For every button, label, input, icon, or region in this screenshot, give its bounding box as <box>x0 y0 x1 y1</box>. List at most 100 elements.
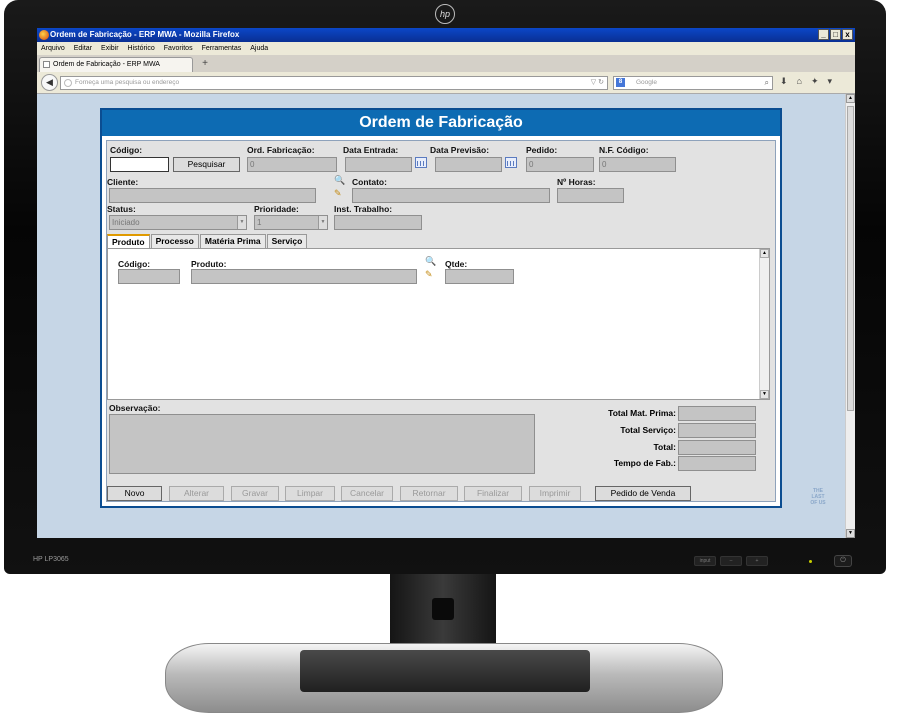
navigation-bar: ◀ Forneça uma pesquisa ou endereço ▽ ↻ 8… <box>37 72 855 94</box>
imprimir-button[interactable]: Imprimir <box>529 486 581 501</box>
tempo-fab-label: Tempo de Fab.: <box>613 458 676 468</box>
scroll-up-icon[interactable]: ▲ <box>846 94 855 103</box>
edit-cliente-icon[interactable]: ✎ <box>334 188 342 199</box>
tab-materia-prima[interactable]: Matéria Prima <box>199 234 266 248</box>
codigo-label: Código: <box>110 145 143 155</box>
menu-favoritos[interactable]: Favoritos <box>164 42 193 55</box>
novo-button[interactable]: Novo <box>107 486 162 501</box>
reload-icon[interactable]: ▽ ↻ <box>591 77 604 89</box>
data-entrada-label: Data Entrada: <box>343 145 399 155</box>
tempo-fab-input <box>678 456 756 471</box>
power-led <box>809 560 812 563</box>
monitor-minus-button[interactable]: – <box>720 556 742 566</box>
nf-codigo-input: 0 <box>599 157 676 172</box>
calendar-previsao-icon[interactable] <box>505 157 517 168</box>
watermark-logo: THE LAST OF US <box>810 488 826 506</box>
menu-exibir[interactable]: Exibir <box>101 42 119 55</box>
edit-produto-icon[interactable]: ✎ <box>425 269 433 280</box>
screen: Ordem de Fabricação - ERP MWA - Mozilla … <box>37 28 855 538</box>
n-horas-input <box>557 188 624 203</box>
menu-ajuda[interactable]: Ajuda <box>250 42 268 55</box>
tab-processo[interactable]: Processo <box>150 234 199 248</box>
search-cliente-icon[interactable]: 🔍 <box>334 175 345 186</box>
pedido-de-venda-button[interactable]: Pedido de Venda <box>595 486 691 501</box>
tab-servico[interactable]: Serviço <box>266 234 308 248</box>
data-entrada-input <box>345 157 412 172</box>
menu-historico[interactable]: Histórico <box>128 42 155 55</box>
search-produto-icon[interactable]: 🔍 <box>425 256 436 267</box>
power-icon[interactable]: ⏻ <box>834 555 852 567</box>
finalizar-button[interactable]: Finalizar <box>464 486 522 501</box>
inst-trabalho-input <box>334 215 422 230</box>
globe-icon <box>64 79 72 87</box>
window-title: Ordem de Fabricação - ERP MWA - Mozilla … <box>50 30 240 39</box>
download-icon[interactable]: ⬇ <box>780 76 788 87</box>
new-tab-button[interactable]: + <box>198 58 212 71</box>
monitor-plus-button[interactable]: + <box>746 556 768 566</box>
limpar-button[interactable]: Limpar <box>285 486 335 501</box>
search-input[interactable]: 8 Google ⌕ <box>613 76 773 90</box>
menu-chevron-icon[interactable]: ▾ <box>828 76 833 87</box>
qtde-input <box>445 269 514 284</box>
pedido-input: 0 <box>526 157 594 172</box>
addon-icon[interactable]: ✦ <box>811 76 819 87</box>
n-horas-label: Nº Horas: <box>557 177 596 187</box>
menu-ferramentas[interactable]: Ferramentas <box>202 42 242 55</box>
monitor-base-plate <box>300 650 590 692</box>
total-label: Total: <box>653 442 676 452</box>
data-previsao-label: Data Previsão: <box>430 145 490 155</box>
status-label: Status: <box>107 204 136 214</box>
cliente-label: Cliente: <box>107 177 139 187</box>
search-engine-icon[interactable]: 8 <box>616 78 625 87</box>
calendar-entrada-icon[interactable] <box>415 157 427 168</box>
back-arrow-icon[interactable]: ◀ <box>41 74 58 91</box>
produto-panel: Código: Produto: 🔍 ✎ Qtde: ▲ ▼ <box>107 248 770 400</box>
nf-codigo-label: N.F. Código: <box>599 145 649 155</box>
scroll-up-icon[interactable]: ▲ <box>760 249 769 258</box>
search-placeholder: Google <box>636 79 657 86</box>
scroll-down-icon[interactable]: ▼ <box>846 529 855 538</box>
retornar-button[interactable]: Retornar <box>400 486 458 501</box>
total-servico-label: Total Serviço: <box>620 425 676 435</box>
tab-produto[interactable]: Produto <box>107 234 150 248</box>
url-input[interactable]: Forneça uma pesquisa ou endereço ▽ ↻ <box>60 76 608 90</box>
page-favicon-icon <box>43 61 50 68</box>
close-button[interactable]: x <box>842 29 853 40</box>
observacao-textarea <box>109 414 535 474</box>
window-controls: _ □ x <box>818 29 853 40</box>
panel-scrollbar[interactable]: ▲ ▼ <box>759 249 769 399</box>
maximize-button[interactable]: □ <box>830 29 841 40</box>
firefox-icon <box>39 30 49 40</box>
minimize-button[interactable]: _ <box>818 29 829 40</box>
scroll-down-icon[interactable]: ▼ <box>760 390 769 399</box>
ordem-fabricacao-form: Ordem de Fabricação Código: Pesquisar Or… <box>100 108 782 508</box>
menu-editar[interactable]: Editar <box>74 42 92 55</box>
monitor-input-button[interactable]: input <box>694 556 716 566</box>
menu-arquivo[interactable]: Arquivo <box>41 42 65 55</box>
chevron-down-icon: ▼ <box>237 216 246 229</box>
pesquisar-button[interactable]: Pesquisar <box>173 157 240 172</box>
codigo-input[interactable] <box>110 157 169 172</box>
cliente-input <box>109 188 316 203</box>
monitor-model: HP LP3065 <box>33 556 69 563</box>
cancelar-button[interactable]: Cancelar <box>341 486 393 501</box>
form-tabs: Produto Processo Matéria Prima Serviço <box>107 234 308 248</box>
data-previsao-input <box>435 157 502 172</box>
browser-tab[interactable]: Ordem de Fabricação - ERP MWA <box>39 57 193 72</box>
produto-input <box>191 269 417 284</box>
search-icon[interactable]: ⌕ <box>765 77 769 89</box>
scrollbar-thumb[interactable] <box>847 106 854 411</box>
neck-slot <box>432 598 454 620</box>
gravar-button[interactable]: Gravar <box>231 486 279 501</box>
monitor-buttons: input – + <box>694 556 768 568</box>
alterar-button[interactable]: Alterar <box>169 486 224 501</box>
prioridade-value: 1 <box>257 218 262 227</box>
home-icon[interactable]: ⌂ <box>797 76 802 87</box>
produto-codigo-input <box>118 269 180 284</box>
page-scrollbar[interactable]: ▲ ▼ <box>845 94 855 538</box>
status-value: Iniciado <box>112 218 140 227</box>
hp-logo: hp <box>435 4 455 24</box>
status-select: Iniciado ▼ <box>109 215 247 230</box>
qtde-label: Qtde: <box>445 259 468 269</box>
total-servico-input <box>678 423 756 438</box>
